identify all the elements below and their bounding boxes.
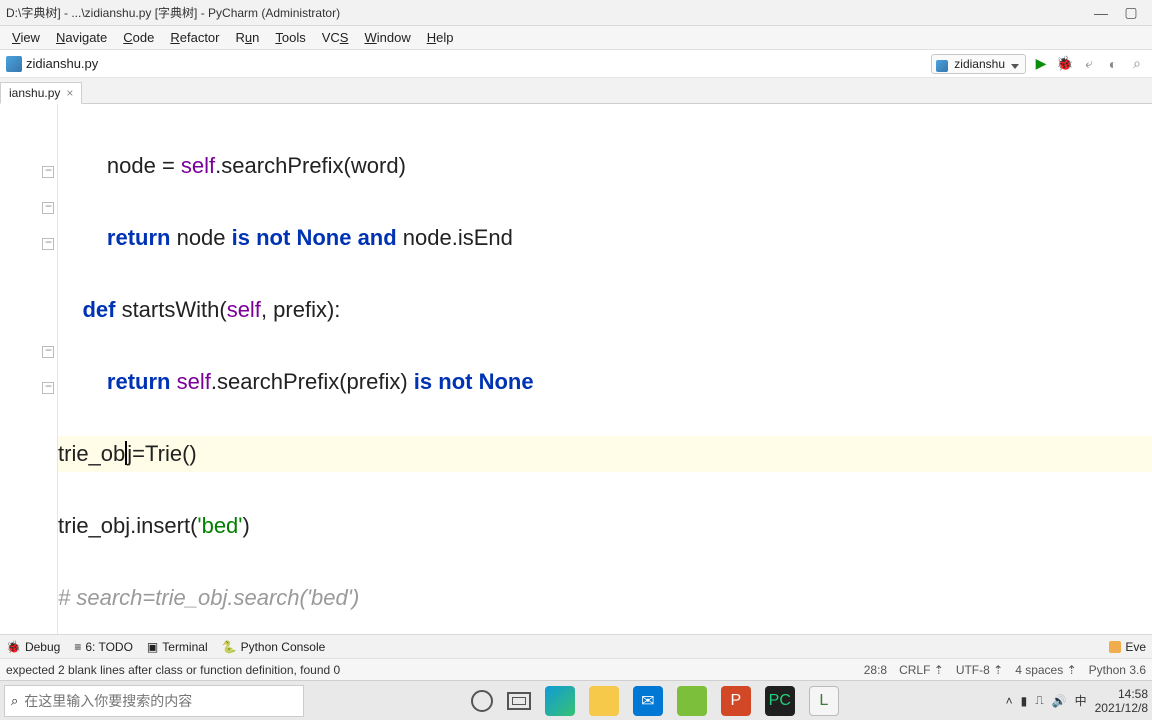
tray-network-icon[interactable]: ⎍ [1035,693,1043,708]
menu-view[interactable]: View [6,28,46,47]
menu-code[interactable]: Code [117,28,160,47]
menu-help[interactable]: Help [421,28,460,47]
event-log-warn-icon [1109,641,1121,653]
maximize-button[interactable]: ▢ [1116,4,1146,21]
menu-refactor[interactable]: Refactor [164,28,225,47]
search-icon: ⌕ [11,693,18,709]
status-encoding[interactable]: UTF-8 ⇡ [956,663,1003,677]
fold-marker[interactable] [42,166,54,178]
fold-marker[interactable] [42,238,54,250]
system-tray[interactable]: ˄ ▮ ⎍ 🔊 中 14:58 2021/12/8 [1006,687,1148,715]
menu-run[interactable]: Run [230,28,266,47]
tool-python-console-button[interactable]: 🐍 Python Console [222,640,326,654]
gutter[interactable] [0,104,58,634]
tray-battery-icon[interactable]: ▮ [1021,694,1028,708]
cortana-icon[interactable] [471,690,493,712]
profile-button[interactable]: ◐ [1104,55,1122,73]
status-interpreter[interactable]: Python 3.6 [1089,663,1146,677]
editor-tabs: ianshu.py × [0,78,1152,104]
windows-taskbar: ⌕ ✉ P PC L ˄ ▮ ⎍ 🔊 中 14:58 2021/12/8 [0,680,1152,720]
tool-debug-button[interactable]: 🐞 Debug [6,640,60,654]
fold-marker[interactable] [42,202,54,214]
search-everywhere-button[interactable]: ⌕ [1128,55,1146,73]
tool-window-bar: 🐞 Debug ≡ 6: TODO ▣ Terminal 🐍 Python Co… [0,634,1152,658]
edge-icon[interactable] [545,686,575,716]
tray-chevron-up-icon[interactable]: ˄ [1006,694,1013,708]
status-line-separator[interactable]: CRLF ⇡ [899,663,944,677]
clock-date: 2021/12/8 [1095,701,1148,715]
coverage-button[interactable]: ⤶ [1080,55,1098,73]
app-icon[interactable]: L [809,686,839,716]
minimize-button[interactable]: — [1086,5,1116,21]
menu-tools[interactable]: Tools [269,28,311,47]
tray-volume-icon[interactable]: 🔊 [1052,694,1067,708]
tool-terminal-button[interactable]: ▣ Terminal [147,640,208,654]
status-message: expected 2 blank lines after class or fu… [6,663,864,677]
code-area[interactable]: node = self.searchPrefix(word) return no… [58,104,1152,634]
fold-marker[interactable] [42,346,54,358]
run-button[interactable]: ▶ [1032,55,1050,73]
mail-icon[interactable]: ✉ [633,686,663,716]
status-caret[interactable]: 28:8 [864,663,887,677]
task-view-icon[interactable] [507,692,531,710]
taskbar-clock[interactable]: 14:58 2021/12/8 [1095,687,1148,715]
powerpoint-icon[interactable]: P [721,686,751,716]
fold-marker[interactable] [42,382,54,394]
navigation-bar: zidianshu.py zidianshu ▶ 🐞 ⤶ ◐ ⌕ [0,50,1152,78]
menu-window[interactable]: Window [358,28,416,47]
tray-ime[interactable]: 中 [1075,692,1087,709]
camtasia-icon[interactable] [677,686,707,716]
editor-tab-active[interactable]: ianshu.py × [0,82,82,104]
taskbar-search[interactable]: ⌕ [4,685,304,717]
code-editor[interactable]: node = self.searchPrefix(word) return no… [0,104,1152,634]
breadcrumb[interactable]: zidianshu.py [26,56,98,71]
pycharm-icon[interactable]: PC [765,686,795,716]
menu-navigate[interactable]: Navigate [50,28,113,47]
python-file-icon [6,56,22,72]
file-explorer-icon[interactable] [589,686,619,716]
search-input[interactable] [24,693,297,709]
status-bar: expected 2 blank lines after class or fu… [0,658,1152,680]
tab-label: ianshu.py [9,86,60,100]
close-tab-icon[interactable]: × [66,86,73,100]
clock-time: 14:58 [1095,687,1148,701]
menu-bar: View Navigate Code Refactor Run Tools VC… [0,26,1152,50]
status-indent[interactable]: 4 spaces ⇡ [1015,663,1076,677]
window-title: D:\字典树] - ...\zidianshu.py [字典树] - PyCha… [6,4,1086,21]
run-config-selector[interactable]: zidianshu [931,54,1026,74]
tool-event-log-button[interactable]: Eve [1125,640,1146,654]
run-config-label: zidianshu [954,57,1005,71]
tool-todo-button[interactable]: ≡ 6: TODO [74,640,133,654]
title-bar: D:\字典树] - ...\zidianshu.py [字典树] - PyCha… [0,0,1152,26]
debug-button[interactable]: 🐞 [1056,55,1074,73]
menu-vcs[interactable]: VCS [316,28,355,47]
